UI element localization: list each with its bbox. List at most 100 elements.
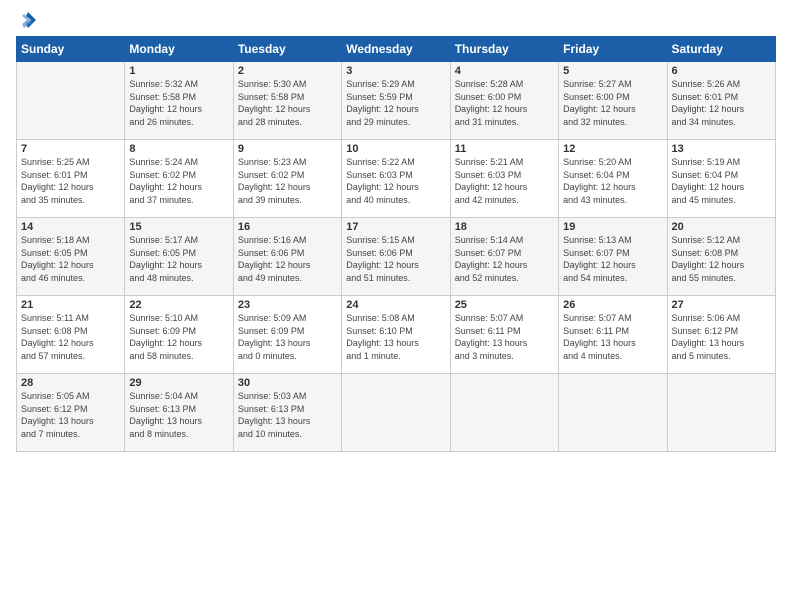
day-info: Sunrise: 5:25 AM Sunset: 6:01 PM Dayligh… (21, 156, 120, 206)
day-number: 10 (346, 143, 445, 155)
day-info: Sunrise: 5:06 AM Sunset: 6:12 PM Dayligh… (672, 312, 771, 362)
day-info: Sunrise: 5:09 AM Sunset: 6:09 PM Dayligh… (238, 312, 337, 362)
calendar-cell: 26Sunrise: 5:07 AM Sunset: 6:11 PM Dayli… (559, 296, 667, 374)
day-info: Sunrise: 5:19 AM Sunset: 6:04 PM Dayligh… (672, 156, 771, 206)
calendar-cell: 28Sunrise: 5:05 AM Sunset: 6:12 PM Dayli… (17, 374, 125, 452)
day-info: Sunrise: 5:11 AM Sunset: 6:08 PM Dayligh… (21, 312, 120, 362)
week-row-5: 28Sunrise: 5:05 AM Sunset: 6:12 PM Dayli… (17, 374, 776, 452)
week-row-1: 1Sunrise: 5:32 AM Sunset: 5:58 PM Daylig… (17, 62, 776, 140)
calendar-cell: 27Sunrise: 5:06 AM Sunset: 6:12 PM Dayli… (667, 296, 775, 374)
calendar-cell: 18Sunrise: 5:14 AM Sunset: 6:07 PM Dayli… (450, 218, 558, 296)
calendar-cell: 24Sunrise: 5:08 AM Sunset: 6:10 PM Dayli… (342, 296, 450, 374)
day-info: Sunrise: 5:16 AM Sunset: 6:06 PM Dayligh… (238, 234, 337, 284)
day-number: 30 (238, 377, 337, 389)
day-info: Sunrise: 5:29 AM Sunset: 5:59 PM Dayligh… (346, 78, 445, 128)
day-number: 19 (563, 221, 662, 233)
calendar-cell: 3Sunrise: 5:29 AM Sunset: 5:59 PM Daylig… (342, 62, 450, 140)
day-info: Sunrise: 5:03 AM Sunset: 6:13 PM Dayligh… (238, 390, 337, 440)
weekday-header-saturday: Saturday (667, 37, 775, 62)
day-number: 5 (563, 65, 662, 77)
calendar-cell: 14Sunrise: 5:18 AM Sunset: 6:05 PM Dayli… (17, 218, 125, 296)
day-number: 13 (672, 143, 771, 155)
day-number: 18 (455, 221, 554, 233)
calendar-cell: 13Sunrise: 5:19 AM Sunset: 6:04 PM Dayli… (667, 140, 775, 218)
day-number: 25 (455, 299, 554, 311)
day-info: Sunrise: 5:17 AM Sunset: 6:05 PM Dayligh… (129, 234, 228, 284)
day-number: 22 (129, 299, 228, 311)
day-number: 2 (238, 65, 337, 77)
page: SundayMondayTuesdayWednesdayThursdayFrid… (0, 0, 792, 462)
weekday-header-wednesday: Wednesday (342, 37, 450, 62)
calendar-cell: 29Sunrise: 5:04 AM Sunset: 6:13 PM Dayli… (125, 374, 233, 452)
day-number: 1 (129, 65, 228, 77)
day-info: Sunrise: 5:27 AM Sunset: 6:00 PM Dayligh… (563, 78, 662, 128)
calendar-cell (342, 374, 450, 452)
day-number: 14 (21, 221, 120, 233)
day-info: Sunrise: 5:12 AM Sunset: 6:08 PM Dayligh… (672, 234, 771, 284)
day-info: Sunrise: 5:30 AM Sunset: 5:58 PM Dayligh… (238, 78, 337, 128)
weekday-header-friday: Friday (559, 37, 667, 62)
calendar-cell: 12Sunrise: 5:20 AM Sunset: 6:04 PM Dayli… (559, 140, 667, 218)
calendar-cell: 30Sunrise: 5:03 AM Sunset: 6:13 PM Dayli… (233, 374, 341, 452)
day-info: Sunrise: 5:13 AM Sunset: 6:07 PM Dayligh… (563, 234, 662, 284)
weekday-header-tuesday: Tuesday (233, 37, 341, 62)
day-number: 12 (563, 143, 662, 155)
day-number: 28 (21, 377, 120, 389)
day-number: 4 (455, 65, 554, 77)
day-info: Sunrise: 5:07 AM Sunset: 6:11 PM Dayligh… (455, 312, 554, 362)
header (16, 10, 776, 30)
day-info: Sunrise: 5:10 AM Sunset: 6:09 PM Dayligh… (129, 312, 228, 362)
week-row-4: 21Sunrise: 5:11 AM Sunset: 6:08 PM Dayli… (17, 296, 776, 374)
day-info: Sunrise: 5:20 AM Sunset: 6:04 PM Dayligh… (563, 156, 662, 206)
calendar-cell: 11Sunrise: 5:21 AM Sunset: 6:03 PM Dayli… (450, 140, 558, 218)
day-number: 11 (455, 143, 554, 155)
calendar-cell (559, 374, 667, 452)
day-info: Sunrise: 5:05 AM Sunset: 6:12 PM Dayligh… (21, 390, 120, 440)
day-info: Sunrise: 5:24 AM Sunset: 6:02 PM Dayligh… (129, 156, 228, 206)
day-number: 26 (563, 299, 662, 311)
calendar-cell: 16Sunrise: 5:16 AM Sunset: 6:06 PM Dayli… (233, 218, 341, 296)
weekday-header-row: SundayMondayTuesdayWednesdayThursdayFrid… (17, 37, 776, 62)
calendar-cell: 2Sunrise: 5:30 AM Sunset: 5:58 PM Daylig… (233, 62, 341, 140)
day-info: Sunrise: 5:22 AM Sunset: 6:03 PM Dayligh… (346, 156, 445, 206)
day-info: Sunrise: 5:32 AM Sunset: 5:58 PM Dayligh… (129, 78, 228, 128)
day-info: Sunrise: 5:04 AM Sunset: 6:13 PM Dayligh… (129, 390, 228, 440)
day-info: Sunrise: 5:28 AM Sunset: 6:00 PM Dayligh… (455, 78, 554, 128)
day-info: Sunrise: 5:15 AM Sunset: 6:06 PM Dayligh… (346, 234, 445, 284)
calendar-cell: 8Sunrise: 5:24 AM Sunset: 6:02 PM Daylig… (125, 140, 233, 218)
weekday-header-thursday: Thursday (450, 37, 558, 62)
day-number: 9 (238, 143, 337, 155)
calendar-cell: 17Sunrise: 5:15 AM Sunset: 6:06 PM Dayli… (342, 218, 450, 296)
day-info: Sunrise: 5:18 AM Sunset: 6:05 PM Dayligh… (21, 234, 120, 284)
calendar-cell (17, 62, 125, 140)
calendar-cell: 23Sunrise: 5:09 AM Sunset: 6:09 PM Dayli… (233, 296, 341, 374)
day-number: 15 (129, 221, 228, 233)
day-number: 29 (129, 377, 228, 389)
calendar-cell: 22Sunrise: 5:10 AM Sunset: 6:09 PM Dayli… (125, 296, 233, 374)
day-number: 16 (238, 221, 337, 233)
calendar-cell: 21Sunrise: 5:11 AM Sunset: 6:08 PM Dayli… (17, 296, 125, 374)
day-info: Sunrise: 5:21 AM Sunset: 6:03 PM Dayligh… (455, 156, 554, 206)
day-number: 27 (672, 299, 771, 311)
calendar-cell: 15Sunrise: 5:17 AM Sunset: 6:05 PM Dayli… (125, 218, 233, 296)
day-info: Sunrise: 5:23 AM Sunset: 6:02 PM Dayligh… (238, 156, 337, 206)
calendar-cell: 1Sunrise: 5:32 AM Sunset: 5:58 PM Daylig… (125, 62, 233, 140)
calendar-cell: 9Sunrise: 5:23 AM Sunset: 6:02 PM Daylig… (233, 140, 341, 218)
day-number: 24 (346, 299, 445, 311)
day-info: Sunrise: 5:07 AM Sunset: 6:11 PM Dayligh… (563, 312, 662, 362)
calendar-cell (667, 374, 775, 452)
day-number: 20 (672, 221, 771, 233)
calendar-cell: 7Sunrise: 5:25 AM Sunset: 6:01 PM Daylig… (17, 140, 125, 218)
calendar-cell: 20Sunrise: 5:12 AM Sunset: 6:08 PM Dayli… (667, 218, 775, 296)
logo (16, 10, 38, 30)
weekday-header-sunday: Sunday (17, 37, 125, 62)
week-row-3: 14Sunrise: 5:18 AM Sunset: 6:05 PM Dayli… (17, 218, 776, 296)
weekday-header-monday: Monday (125, 37, 233, 62)
day-number: 6 (672, 65, 771, 77)
calendar-cell: 4Sunrise: 5:28 AM Sunset: 6:00 PM Daylig… (450, 62, 558, 140)
calendar-table: SundayMondayTuesdayWednesdayThursdayFrid… (16, 36, 776, 452)
calendar-cell (450, 374, 558, 452)
day-number: 8 (129, 143, 228, 155)
day-info: Sunrise: 5:14 AM Sunset: 6:07 PM Dayligh… (455, 234, 554, 284)
calendar-cell: 5Sunrise: 5:27 AM Sunset: 6:00 PM Daylig… (559, 62, 667, 140)
